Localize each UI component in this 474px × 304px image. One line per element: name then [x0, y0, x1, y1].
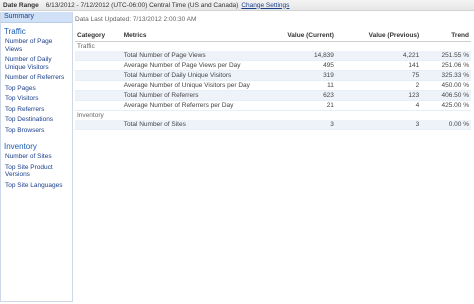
value-current: 11 [262, 80, 336, 91]
sidebar-item-number-of-referrers[interactable]: Number of Referrers [1, 74, 72, 82]
table-row: Average Number of Page Views per Day 495… [75, 60, 471, 71]
value-current: 14,839 [262, 51, 336, 61]
value-previous: 4 [335, 100, 422, 111]
value-current: 21 [262, 100, 336, 111]
value-current: 623 [262, 90, 336, 101]
sidebar-item-top-referrers[interactable]: Top Referrers [1, 106, 72, 114]
value-current: 3 [262, 120, 336, 130]
change-settings-link[interactable]: Change Settings [241, 2, 289, 9]
group-label-inventory: Inventory [77, 112, 104, 119]
summary-panel: Data Last Updated: 7/13/2012 2:00:30 AM … [75, 13, 472, 130]
trend-value: 406.50 % [421, 90, 471, 101]
value-previous: 2 [335, 80, 422, 91]
trend-value: 251.55 % [421, 51, 471, 61]
sidebar-item-top-site-product-versions[interactable]: Top Site Product Versions [1, 164, 72, 179]
sidebar-nav: Summary Traffic Number of Page Views Num… [0, 12, 73, 302]
metric-name: Total Number of Referrers [121, 90, 263, 101]
sidebar-section-traffic: Traffic [4, 27, 26, 36]
table-row: Total Number of Referrers 623 123 406.50… [75, 90, 471, 101]
group-label-traffic: Traffic [77, 43, 95, 50]
trend-value: 251.06 % [421, 60, 471, 71]
value-previous: 141 [335, 60, 422, 71]
sidebar-item-top-browsers[interactable]: Top Browsers [1, 127, 72, 135]
sidebar-item-number-of-sites[interactable]: Number of Sites [1, 153, 72, 161]
last-updated-text: Data Last Updated: 7/13/2012 2:00:30 AM [75, 16, 197, 23]
table-row: Average Number of Referrers per Day 21 4… [75, 100, 471, 111]
sidebar-item-top-site-languages[interactable]: Top Site Languages [1, 182, 72, 190]
table-row: Total Number of Daily Unique Visitors 31… [75, 70, 471, 81]
value-previous: 3 [335, 120, 422, 130]
sidebar-item-top-pages[interactable]: Top Pages [1, 85, 72, 93]
sidebar-item-top-destinations[interactable]: Top Destinations [1, 116, 72, 124]
table-row: Total Number of Sites 3 3 0.00 % [75, 120, 471, 130]
trend-value: 0.00 % [421, 120, 471, 130]
sidebar-item-top-visitors[interactable]: Top Visitors [1, 95, 72, 103]
value-previous: 75 [335, 70, 422, 81]
column-header-category: Category [75, 30, 122, 42]
table-row: Total Number of Page Views 14,839 4,221 … [75, 51, 471, 61]
trend-value: 325.33 % [421, 70, 471, 81]
trend-value: 450.00 % [421, 80, 471, 91]
column-header-trend: Trend [421, 30, 471, 42]
metric-name: Average Number of Page Views per Day [121, 60, 263, 71]
metric-name: Total Number of Sites [121, 120, 263, 130]
value-previous: 4,221 [335, 51, 422, 61]
date-range-bar: Date Range 6/13/2012 - 7/12/2012 (UTC-06… [0, 0, 474, 11]
date-range-value: 6/13/2012 - 7/12/2012 (UTC-06:00) Centra… [45, 1, 239, 9]
date-range-label: Date Range [3, 1, 39, 9]
sidebar-item-number-of-daily-unique-visitors[interactable]: Number of Daily Unique Visitors [1, 56, 72, 71]
trend-value: 425.00 % [421, 100, 471, 111]
value-current: 495 [262, 60, 336, 71]
metric-name: Total Number of Daily Unique Visitors [121, 70, 263, 81]
metric-name: Total Number of Page Views [121, 51, 263, 61]
metric-name: Average Number of Unique Visitors per Da… [121, 80, 263, 91]
column-header-value-current: Value (Current) [262, 30, 336, 42]
value-current: 319 [262, 70, 336, 81]
table-header-row: Category Metrics Value (Current) Value (… [75, 30, 471, 42]
sidebar-item-number-of-page-views[interactable]: Number of Page Views [1, 38, 72, 53]
metric-name: Average Number of Referrers per Day [121, 100, 263, 111]
column-header-value-previous: Value (Previous) [335, 30, 422, 42]
column-header-metrics: Metrics [121, 30, 263, 42]
value-previous: 123 [335, 90, 422, 101]
summary-table: Category Metrics Value (Current) Value (… [75, 30, 471, 130]
group-row-inventory: Inventory [75, 111, 471, 121]
table-row: Average Number of Unique Visitors per Da… [75, 80, 471, 91]
group-row-traffic: Traffic [75, 42, 471, 52]
sidebar-item-summary[interactable]: Summary [1, 12, 72, 23]
sidebar-section-inventory: Inventory [4, 142, 37, 151]
